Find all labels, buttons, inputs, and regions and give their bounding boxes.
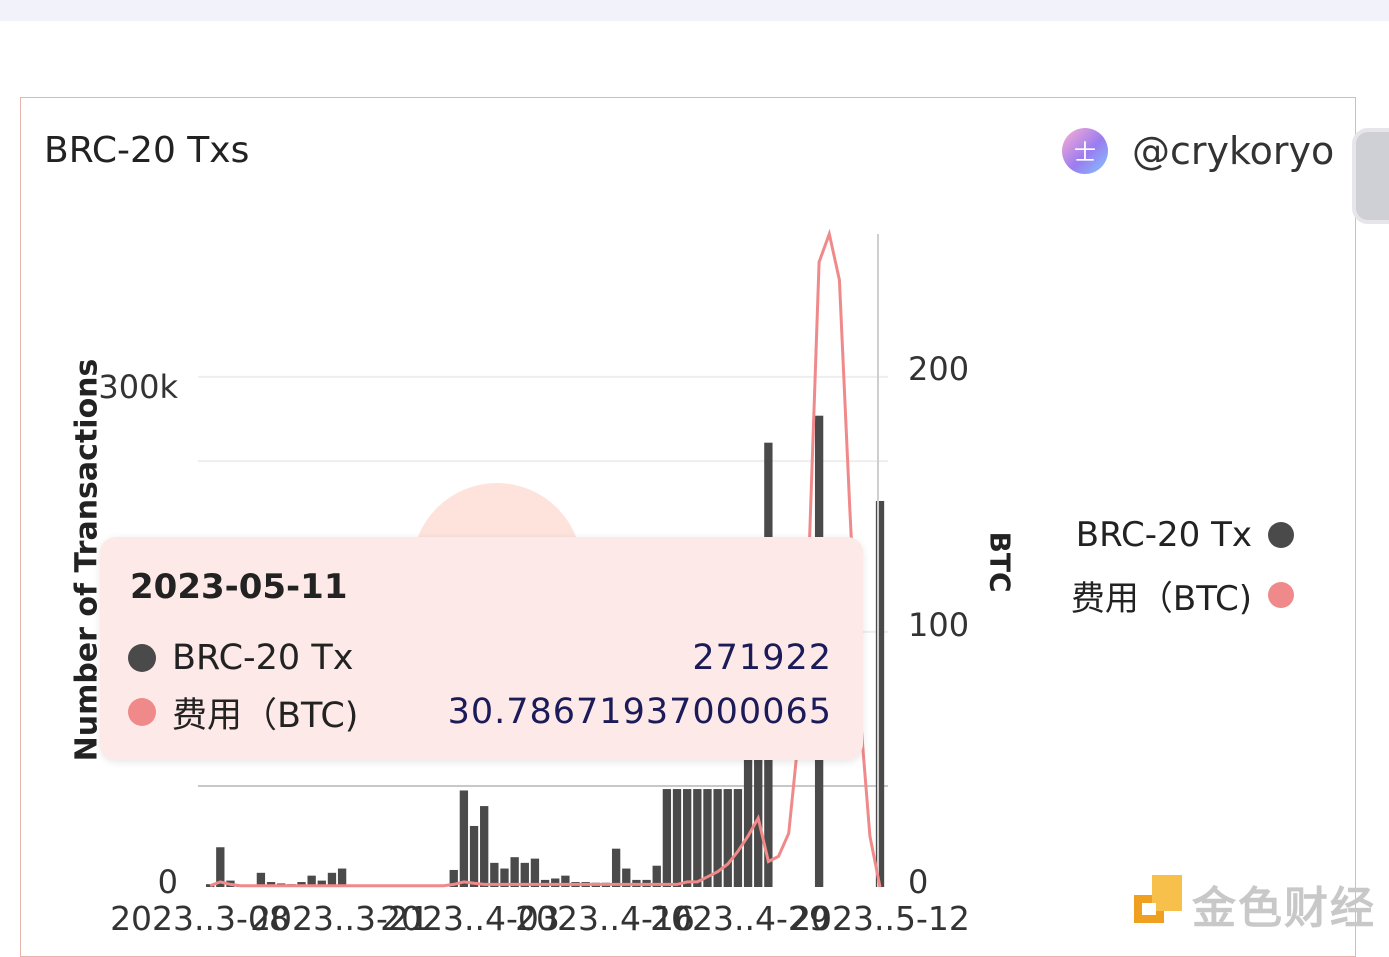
y-axis-label-right: BTC: [983, 531, 1017, 593]
bar-tx-51: [723, 789, 732, 887]
y-tick-left-0: 0: [158, 863, 178, 901]
tooltip-row-tx: BRC-20 Tx 271922: [128, 635, 832, 681]
legend-dot-fee: [1268, 582, 1294, 608]
tooltip-date: 2023-05-11: [130, 567, 348, 607]
legend-label-tx: BRC-20 Tx: [1075, 515, 1252, 555]
chart-canvas: 0300k01002002023..3-082023..3-212023..4-…: [98, 228, 970, 937]
legend-label-fee: 费用（BTC): [1070, 578, 1252, 619]
bar-tx-26: [469, 825, 479, 887]
bar-tx-32: [530, 858, 540, 887]
tooltip-dot-tx: [128, 644, 156, 672]
y-tick-left-1: 300k: [98, 368, 178, 406]
y-tick-right-2: 200: [908, 350, 969, 388]
tooltip-row-fee: 费用（BTC) 30.78671937000065: [128, 689, 832, 736]
tooltip-value-fee: 30.78671937000065: [447, 692, 832, 732]
bar-tx-48: [693, 789, 702, 887]
bar-tx-30: [510, 857, 519, 887]
x-tick-5: 2023..5-12: [790, 899, 970, 937]
bar-tx-46: [672, 789, 682, 887]
tooltip-name-tx: BRC-20 Tx: [172, 638, 354, 678]
watermark-text: 金色财经: [1192, 883, 1376, 934]
legend-item-fee[interactable]: 费用（BTC): [1071, 565, 1294, 625]
chart-tooltip: 2023-05-11 BRC-20 Tx 271922 费用（BTC) 30.7…: [100, 537, 863, 760]
watermark-logo-icon: [1134, 875, 1182, 923]
legend-dot-tx: [1268, 522, 1294, 548]
bar-tx-49: [703, 789, 712, 887]
bar-tx-45: [662, 789, 672, 887]
y-tick-right-1: 100: [908, 606, 969, 644]
bar-tx-27: [480, 806, 489, 887]
bar-tx-40: [611, 848, 621, 887]
bar-tx-25: [459, 790, 469, 887]
tooltip-dot-fee: [128, 698, 156, 726]
bar-tx-47: [683, 789, 692, 887]
legend-item-tx[interactable]: BRC-20 Tx: [1071, 505, 1294, 565]
legend: BRC-20 Tx 费用（BTC): [1071, 505, 1294, 625]
tooltip-value-tx: 271922: [692, 638, 832, 678]
bar-tx-52: [733, 789, 743, 887]
tooltip-name-fee: 费用（BTC): [172, 695, 359, 736]
y-tick-right-0: 0: [908, 863, 928, 901]
